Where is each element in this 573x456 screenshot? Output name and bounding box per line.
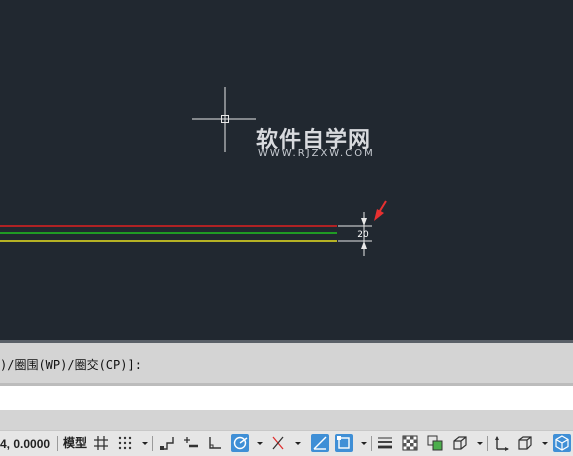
crosshair-cursor-icon	[192, 87, 256, 152]
isometric-drafting-icon[interactable]	[269, 434, 287, 452]
grid-icon[interactable]	[92, 434, 110, 452]
transparency-icon[interactable]	[401, 434, 419, 452]
status-divider	[371, 436, 372, 451]
dynamic-input-icon[interactable]	[182, 434, 200, 452]
watermark-url: WWW.RJZXW.COM	[258, 148, 375, 159]
status-divider	[487, 436, 488, 451]
panel-gap	[0, 410, 573, 430]
dimension-text: 20	[357, 230, 369, 240]
lineweight-icon[interactable]	[376, 434, 394, 452]
selection-cycling-icon[interactable]	[426, 434, 444, 452]
object-snap-tracking-icon[interactable]	[311, 434, 329, 452]
polar-dropdown-chevron-down-icon[interactable]	[256, 434, 264, 452]
status-bar: 4, 0.0000 模型	[0, 430, 573, 456]
infer-constraints-icon[interactable]	[158, 434, 176, 452]
object-snap-icon[interactable]	[335, 434, 353, 452]
coordinate-readout: 4, 0.0000	[0, 437, 51, 451]
isometric-dropdown-chevron-down-icon[interactable]	[294, 434, 302, 452]
3d-object-snap-icon[interactable]	[451, 434, 469, 452]
model-space-button[interactable]: 模型	[61, 435, 89, 452]
polar-tracking-icon[interactable]	[231, 434, 249, 452]
status-divider	[57, 436, 58, 451]
status-divider	[152, 436, 153, 451]
command-history: )/圈围(WP)/圈交(CP)]:	[0, 343, 573, 383]
ortho-icon[interactable]	[206, 434, 224, 452]
osnap-dropdown-chevron-down-icon[interactable]	[360, 434, 368, 452]
drawing-canvas[interactable]: 20 软件自学网 WWW.RJZXW.COM	[0, 0, 573, 340]
selection-filter-icon[interactable]	[516, 434, 534, 452]
command-history-text: )/圈围(WP)/圈交(CP)]:	[0, 358, 142, 372]
annotation-arrow-icon	[374, 200, 387, 221]
3dosnap-dropdown-chevron-down-icon[interactable]	[476, 434, 484, 452]
command-input[interactable]	[0, 386, 573, 410]
snap-dropdown-chevron-down-icon[interactable]	[141, 434, 149, 452]
gizmo-icon[interactable]	[553, 434, 571, 452]
dynamic-ucs-icon[interactable]	[492, 434, 510, 452]
snap-icon[interactable]	[116, 434, 134, 452]
filter-dropdown-chevron-down-icon[interactable]	[541, 434, 549, 452]
canvas-drawing: 20	[0, 87, 387, 256]
